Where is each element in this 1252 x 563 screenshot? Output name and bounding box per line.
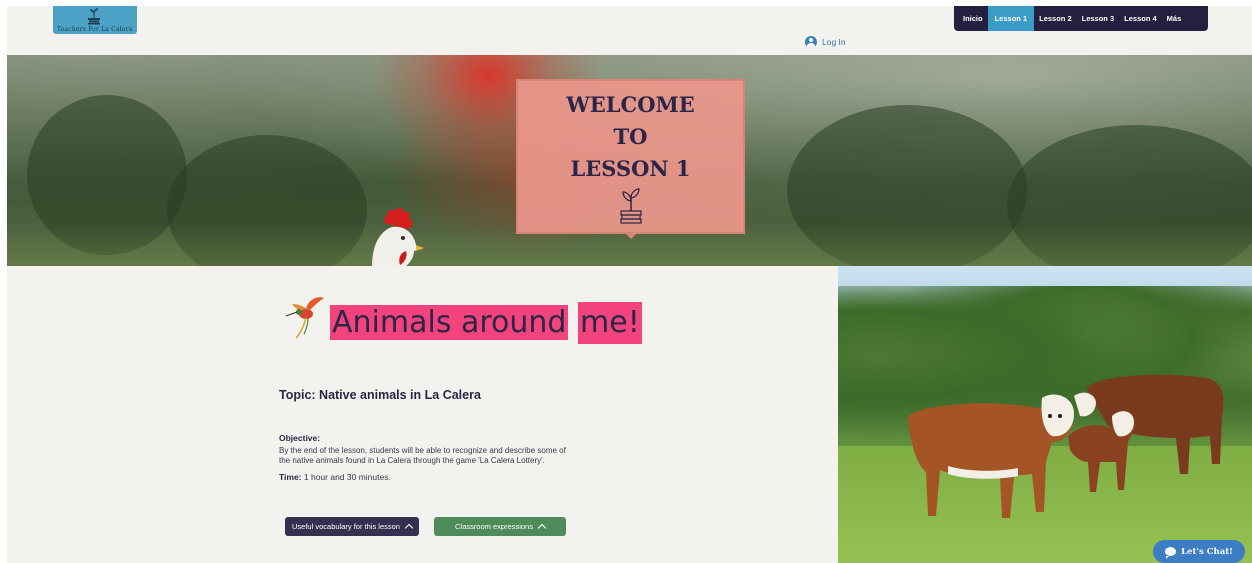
vocabulary-button[interactable]: Useful vocabulary for this lesson <box>285 517 419 536</box>
user-icon <box>805 36 817 48</box>
vocabulary-button-label: Useful vocabulary for this lesson <box>292 522 400 531</box>
objective-label: Objective: <box>279 433 321 443</box>
hero-banner: WELCOME TO LESSON 1 <box>7 55 1252 266</box>
plant-on-books-icon <box>88 8 100 25</box>
logo-text: Teachers For La Calera <box>57 26 133 33</box>
time-label: Time: <box>279 472 302 482</box>
lesson-time: Time: 1 hour and 30 minutes. <box>279 472 391 482</box>
welcome-box-pointer <box>625 233 637 239</box>
main-nav: Inicio Lesson 1 Lesson 2 Lesson 3 Lesson… <box>954 6 1208 31</box>
objective-text: By the end of the lesson, students will … <box>279 446 566 465</box>
nav-item-lesson-4[interactable]: Lesson 4 <box>1119 6 1162 31</box>
nav-item-inicio[interactable]: Inicio <box>958 6 988 31</box>
login-label: Log In <box>822 37 846 47</box>
lesson-topic: Topic: Native animals in La Calera <box>279 388 481 402</box>
rooster-image <box>372 207 424 266</box>
chevron-up-icon <box>537 523 547 533</box>
welcome-box: WELCOME TO LESSON 1 <box>516 79 745 239</box>
lesson-title: Animals around me! <box>330 302 642 344</box>
nav-item-lesson-1[interactable]: Lesson 1 <box>987 6 1035 31</box>
nav-item-lesson-3[interactable]: Lesson 3 <box>1077 6 1120 31</box>
classroom-expressions-button[interactable]: Classroom expressions <box>434 517 566 536</box>
page: Teachers For La Calera Inicio Lesson 1 L… <box>7 6 1252 563</box>
welcome-line-2: TO <box>613 124 648 149</box>
classroom-expressions-label: Classroom expressions <box>455 522 533 531</box>
chat-label: Let's Chat! <box>1181 546 1233 557</box>
chevron-up-icon <box>404 523 414 533</box>
site-logo[interactable]: Teachers For La Calera <box>53 6 137 34</box>
chat-button[interactable]: Let's Chat! <box>1153 540 1245 563</box>
lesson-title-line-1: Animals around <box>330 305 569 340</box>
hummingbird-icon <box>285 297 324 339</box>
lesson-title-line-2: me! <box>578 302 642 344</box>
nav-item-more[interactable]: Más <box>1162 6 1187 31</box>
login-button[interactable]: Log In <box>805 36 846 48</box>
lesson-content: Animals around me! Topic: Native animals… <box>7 266 838 563</box>
cows-image <box>908 374 1224 518</box>
chat-bubble-icon <box>1165 547 1177 559</box>
cows-photo <box>838 266 1252 563</box>
nav-item-lesson-2[interactable]: Lesson 2 <box>1034 6 1077 31</box>
welcome-line-1: WELCOME <box>566 92 695 117</box>
welcome-line-3: LESSON 1 <box>570 156 691 181</box>
plant-on-books-icon <box>619 188 642 224</box>
time-value: 1 hour and 30 minutes. <box>301 472 391 482</box>
